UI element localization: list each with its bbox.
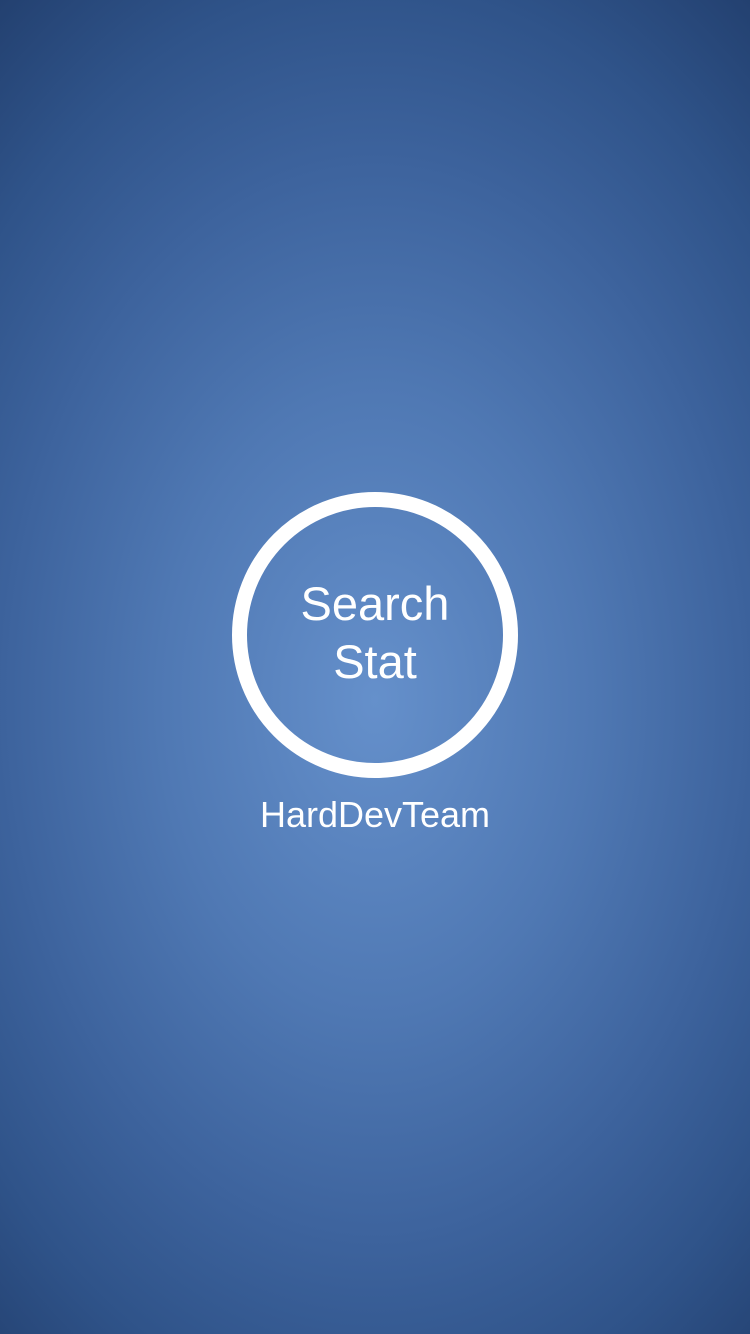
app-logo-title-line-1: Search: [300, 577, 450, 630]
splash-screen: Search Stat HardDevTeam: [0, 0, 750, 1334]
app-logo: Search Stat: [232, 492, 518, 778]
app-logo-title-line-2: Stat: [333, 635, 417, 688]
developer-name: HardDevTeam: [259, 794, 491, 835]
